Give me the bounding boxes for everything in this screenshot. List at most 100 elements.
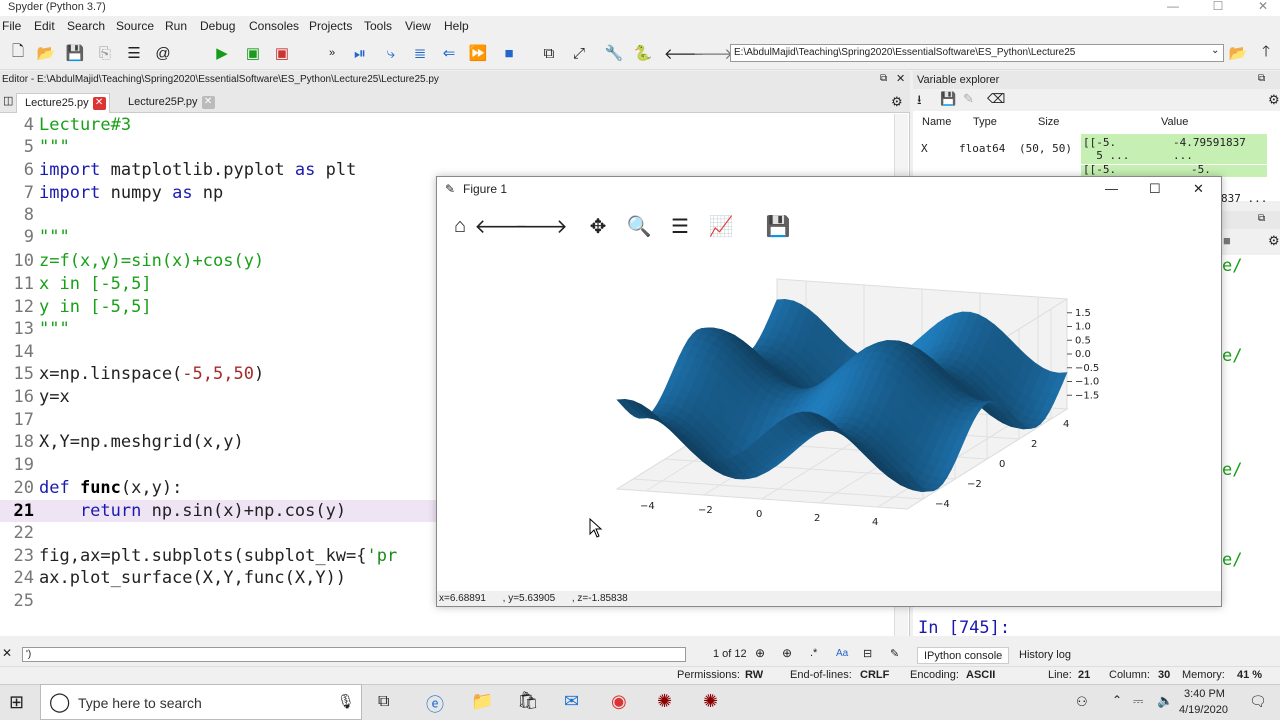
tab-list-icon[interactable]: ◫ [3, 94, 13, 107]
home-icon[interactable]: ⌂ [445, 211, 475, 241]
gear-icon[interactable]: ⚙ [891, 94, 903, 110]
debug-icon[interactable]: ⏯ [350, 43, 370, 63]
spyder-active-icon[interactable]: ✺ [703, 691, 718, 712]
tab-lecture25p[interactable]: Lecture25P.py ✕ [120, 93, 220, 113]
console-prompt[interactable]: In [745]: [918, 618, 1010, 638]
menu-projects[interactable]: Projects [309, 19, 352, 33]
save-all-icon[interactable]: ⎘ [95, 43, 115, 63]
microphone-icon[interactable]: 🎙 [337, 693, 355, 710]
browse-tabs-icon[interactable]: ☰ [124, 43, 144, 63]
run-icon[interactable]: ▶ [212, 43, 232, 63]
subplots-icon[interactable]: ☰ [665, 211, 695, 241]
figure-maximize-button[interactable]: ☐ [1149, 177, 1161, 201]
maximize-pane-icon[interactable]: ⧉ [539, 43, 559, 63]
next-icon[interactable]: ⊕ [782, 646, 792, 660]
store-icon[interactable]: 🛍 [517, 691, 539, 711]
browse-folder-icon[interactable]: 📂 [1228, 43, 1248, 63]
open-file-icon[interactable]: 📂 [36, 43, 56, 63]
figure-close-button[interactable]: ✕ [1193, 177, 1204, 201]
minimize-button[interactable]: — [1158, 0, 1188, 16]
tray-chevron-icon[interactable]: ⌃ [1112, 693, 1122, 707]
step-icon[interactable]: ⤷ [381, 43, 401, 63]
working-directory-combo[interactable]: E:\AbdulMajid\Teaching\Spring2020\Essent… [730, 44, 1224, 62]
people-icon[interactable]: ⚇ [1076, 694, 1088, 710]
previous-icon[interactable]: ⊕ [755, 646, 765, 660]
gear-icon[interactable]: ⚙ [1268, 92, 1280, 108]
forward-icon[interactable]: 🡒 [693, 43, 733, 63]
menu-consoles[interactable]: Consoles [249, 19, 299, 33]
menu-file[interactable]: File [2, 19, 21, 33]
chevron-down-icon[interactable]: ⌄ [1211, 45, 1219, 56]
clock-date[interactable]: 4/19/2020 [1179, 704, 1228, 716]
undock-icon[interactable]: ⧉ [1258, 213, 1265, 224]
customize-icon[interactable]: 📈 [706, 211, 736, 241]
close-tab-icon[interactable]: ✕ [201, 95, 215, 109]
menu-view[interactable]: View [405, 19, 431, 33]
col-value[interactable]: Value [1161, 116, 1188, 128]
clock-time[interactable]: 3:40 PM [1184, 688, 1225, 700]
menu-search[interactable]: Search [67, 19, 105, 33]
windows-start-icon[interactable]: ⊞ [9, 692, 24, 713]
volume-icon[interactable]: 🔈 [1157, 693, 1173, 709]
mail-icon[interactable]: ✉ [564, 691, 579, 712]
tab-lecture25[interactable]: Lecture25.py ✕ [16, 93, 110, 113]
pan-icon[interactable]: ✥ [583, 211, 613, 241]
tab-history-log[interactable]: History log [1013, 647, 1077, 664]
menu-edit[interactable]: Edit [34, 19, 55, 33]
figure-minimize-button[interactable]: — [1105, 177, 1118, 201]
continue-icon[interactable]: ⏩ [468, 43, 488, 63]
save-figure-icon[interactable]: 💾 [763, 211, 793, 241]
save-data-icon[interactable]: 💾 [940, 91, 956, 107]
surface-plot[interactable]: 1.5 1.0 0.5 0.0 −0.5 −1.0 −1.5 −4 −2 0 2 4 −4 −2 0 2 4 [437, 249, 1221, 591]
fullscreen-icon[interactable]: ⤢ [569, 43, 589, 63]
menu-run[interactable]: Run [165, 19, 187, 33]
forward-icon[interactable]: 🡒 [514, 211, 568, 241]
col-type[interactable]: Type [973, 116, 997, 128]
back-icon[interactable]: 🡐 [474, 211, 528, 241]
back-icon[interactable]: 🡐 [664, 43, 704, 63]
undock-icon[interactable]: ⧉ [1258, 73, 1265, 84]
close-tab-icon[interactable]: ✕ [92, 96, 106, 110]
more-icon[interactable]: » [322, 43, 342, 63]
run-cell-icon[interactable]: ▣ [243, 43, 263, 63]
menu-help[interactable]: Help [444, 19, 469, 33]
notifications-icon[interactable]: 🗨 [1249, 693, 1267, 710]
file-explorer-icon[interactable]: 📁 [471, 691, 493, 712]
regex-icon[interactable]: .* [810, 647, 817, 659]
network-icon[interactable]: ⎓ [1133, 693, 1143, 709]
edge-icon[interactable]: ⓔ [426, 691, 444, 717]
import-data-icon[interactable]: ⭳ [917, 91, 922, 113]
close-pane-icon[interactable]: ✕ [896, 72, 905, 85]
stop-icon[interactable]: ■ [1223, 233, 1231, 248]
run-cell-advance-icon[interactable]: ▣ [272, 43, 292, 63]
preferences-icon[interactable]: 🔧 [604, 43, 624, 63]
erase-icon[interactable]: ⌫ [987, 91, 1005, 107]
close-icon[interactable]: ✕ [2, 646, 12, 660]
save-icon[interactable]: 💾 [65, 43, 85, 63]
gear-icon[interactable]: ⚙ [1268, 233, 1280, 249]
case-icon[interactable]: Aa [836, 648, 848, 659]
var-name[interactable]: X [921, 142, 928, 155]
close-button[interactable]: ✕ [1248, 0, 1278, 16]
save-as-icon[interactable]: ✎ [963, 91, 974, 107]
menu-source[interactable]: Source [116, 19, 154, 33]
find-input[interactable]: ') [22, 647, 686, 662]
tab-ipython-console[interactable]: IPython console [917, 647, 1010, 664]
chrome-icon[interactable]: ◉ [611, 691, 627, 712]
maximize-button[interactable]: ☐ [1203, 0, 1233, 16]
col-size[interactable]: Size [1038, 116, 1059, 128]
stop-icon[interactable]: ■ [499, 43, 519, 63]
whole-word-icon[interactable]: ⊟ [863, 647, 872, 660]
parent-dir-icon[interactable]: 🡑 [1256, 43, 1276, 63]
menu-tools[interactable]: Tools [364, 19, 392, 33]
highlight-icon[interactable]: ✎ [890, 647, 899, 660]
python-path-icon[interactable]: 🐍 [633, 43, 653, 63]
spyder-icon[interactable]: ✺ [657, 691, 672, 712]
task-view-icon[interactable]: ⧉ [378, 693, 389, 711]
step-into-icon[interactable]: ≣ [410, 43, 430, 63]
new-file-icon[interactable]: 🗋 [8, 43, 28, 63]
zoom-icon[interactable]: 🔍 [624, 211, 654, 241]
undock-icon[interactable]: ⧉ [880, 73, 887, 84]
step-return-icon[interactable]: ⇐ [439, 43, 459, 63]
col-name[interactable]: Name [922, 116, 951, 128]
